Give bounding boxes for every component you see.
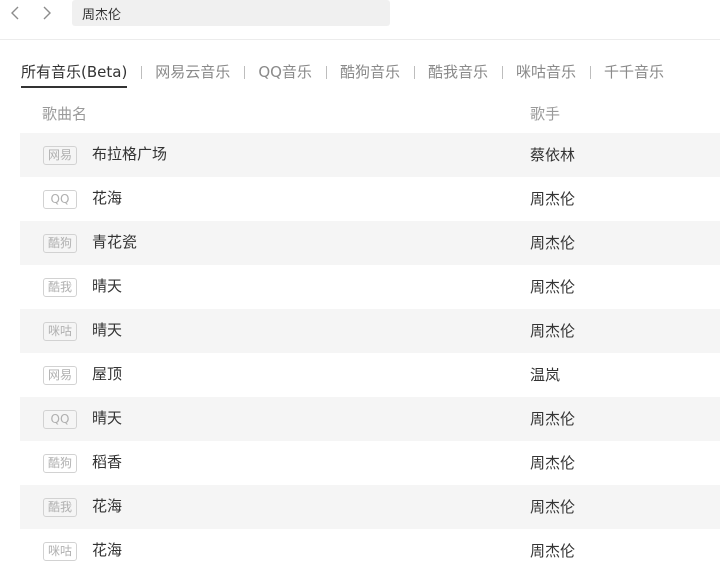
- song-row[interactable]: 咪咕 晴天 周杰伦: [20, 309, 720, 353]
- tab-divider: [141, 66, 143, 79]
- artist-name: 周杰伦: [530, 542, 576, 560]
- tab-qianqian-music[interactable]: 千千音乐: [604, 58, 664, 88]
- tab-kuwo-music[interactable]: 酷我音乐: [428, 58, 488, 88]
- tab-migu-music[interactable]: 咪咕音乐: [516, 58, 576, 88]
- song-name: 花海: [92, 541, 123, 559]
- source-badge: QQ: [43, 410, 77, 429]
- song-name: 花海: [92, 497, 123, 515]
- table-header: 歌曲名 歌手: [20, 95, 720, 133]
- song-name: 稻香: [92, 453, 123, 471]
- source-badge: 网易: [43, 146, 77, 165]
- artist-name: 周杰伦: [530, 322, 576, 340]
- back-button[interactable]: [6, 2, 24, 24]
- source-badge: 酷狗: [43, 454, 77, 473]
- chevron-right-icon: [43, 6, 51, 20]
- song-row[interactable]: 网易 屋顶 温岚: [20, 353, 720, 397]
- search-input[interactable]: [82, 5, 372, 21]
- song-row[interactable]: 酷狗 稻香 周杰伦: [20, 441, 720, 485]
- song-name: 花海: [92, 189, 123, 207]
- song-row[interactable]: QQ 晴天 周杰伦: [20, 397, 720, 441]
- search-box: [72, 0, 390, 26]
- chevron-left-icon: [11, 6, 19, 20]
- tab-kugou-music[interactable]: 酷狗音乐: [340, 58, 400, 88]
- artist-name: 周杰伦: [530, 278, 576, 296]
- artist-name: 周杰伦: [530, 410, 576, 428]
- artist-name: 温岚: [530, 366, 561, 384]
- song-row[interactable]: 网易 布拉格广场 蔡依林: [20, 133, 720, 177]
- tab-divider: [413, 66, 415, 79]
- source-badge: 咪咕: [43, 322, 77, 341]
- song-row[interactable]: QQ 花海 周杰伦: [20, 177, 720, 221]
- artist-name: 周杰伦: [530, 234, 576, 252]
- song-list: 网易 布拉格广场 蔡依林 QQ 花海 周杰伦 酷狗 青花瓷 周杰伦 酷我 晴天 …: [20, 133, 720, 573]
- column-header-song: 歌曲名: [42, 105, 88, 123]
- tab-all-music[interactable]: 所有音乐(Beta): [21, 58, 128, 88]
- song-name: 青花瓷: [92, 233, 138, 251]
- tab-netease-music[interactable]: 网易云音乐: [155, 58, 230, 88]
- song-name: 屋顶: [92, 365, 123, 383]
- tab-divider: [325, 66, 327, 79]
- tab-divider: [244, 66, 246, 79]
- source-badge: 酷我: [43, 498, 77, 517]
- artist-name: 周杰伦: [530, 498, 576, 516]
- source-badge: 网易: [43, 366, 77, 385]
- source-badge: 酷我: [43, 278, 77, 297]
- tab-qq-music[interactable]: QQ音乐: [258, 58, 312, 88]
- artist-name: 周杰伦: [530, 454, 576, 472]
- source-badge: QQ: [43, 190, 77, 209]
- column-header-artist: 歌手: [530, 105, 561, 123]
- tab-divider: [501, 66, 503, 79]
- song-name: 晴天: [92, 277, 123, 295]
- song-name: 晴天: [92, 409, 123, 427]
- song-row[interactable]: 酷我 晴天 周杰伦: [20, 265, 720, 309]
- forward-button[interactable]: [38, 2, 56, 24]
- song-row[interactable]: 咪咕 花海 周杰伦: [20, 529, 720, 573]
- song-name: 布拉格广场: [92, 145, 168, 163]
- source-tabs: 所有音乐(Beta) 网易云音乐 QQ音乐 酷狗音乐 酷我音乐 咪咕音乐 千千音…: [21, 58, 664, 88]
- source-badge: 咪咕: [43, 542, 77, 561]
- artist-name: 蔡依林: [530, 146, 576, 164]
- song-name: 晴天: [92, 321, 123, 339]
- song-row[interactable]: 酷我 花海 周杰伦: [20, 485, 720, 529]
- source-badge: 酷狗: [43, 234, 77, 253]
- tab-divider: [589, 66, 591, 79]
- top-bar: [0, 0, 720, 40]
- artist-name: 周杰伦: [530, 190, 576, 208]
- song-row[interactable]: 酷狗 青花瓷 周杰伦: [20, 221, 720, 265]
